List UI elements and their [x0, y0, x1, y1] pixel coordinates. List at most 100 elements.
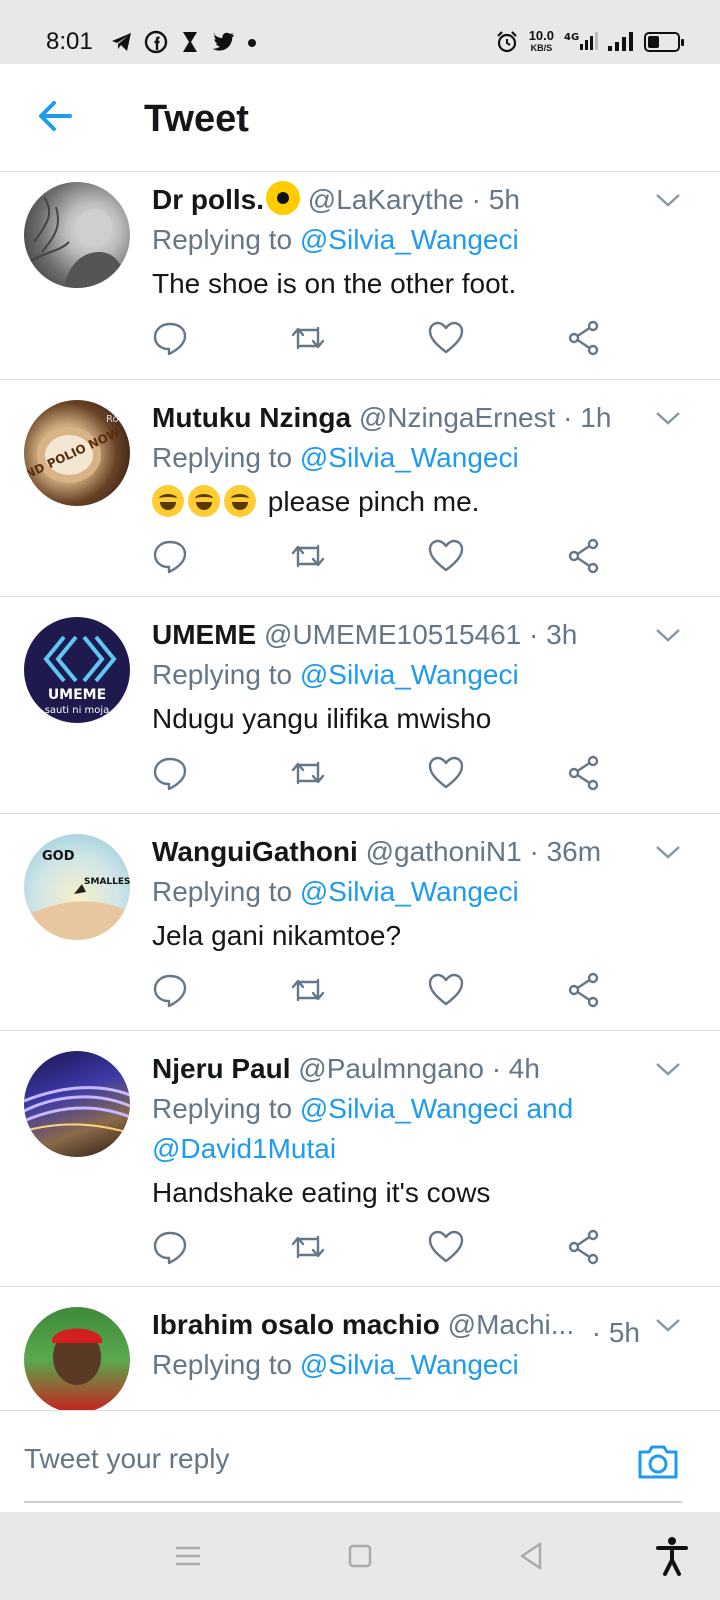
system-icons: 10.0 KB/S 4G	[495, 28, 684, 54]
replying-to: Replying to @Silvia_Wangeci	[152, 655, 650, 695]
retweet-icon[interactable]	[290, 320, 326, 356]
tweet-header: Ibrahim osalo machio @Machi...	[152, 1305, 580, 1345]
mention-link[interactable]: @Silvia_Wangeci and	[300, 1093, 573, 1124]
share-icon[interactable]	[566, 320, 602, 356]
reply-icon[interactable]	[152, 538, 188, 574]
user-name[interactable]: Mutuku Nzinga	[152, 402, 351, 433]
system-nav-bar	[0, 1512, 720, 1600]
reply-icon[interactable]	[152, 320, 188, 356]
back-icon[interactable]	[510, 1534, 554, 1578]
facebook-icon	[144, 30, 168, 54]
user-name[interactable]: UMEME	[152, 619, 256, 650]
tweet-content: UMEME @UMEME10515461 · 3h Replying to @S…	[152, 615, 650, 739]
tweet-item[interactable]: Ibrahim osalo machio @Machi... Replying …	[0, 1287, 720, 1410]
tweet-header: Njeru Paul @Paulmngano · 4h	[152, 1049, 650, 1089]
avatar[interactable]: UMEME sauti ni moja	[24, 617, 130, 723]
status-time: 8:01	[46, 28, 93, 55]
avatar[interactable]	[24, 1051, 130, 1157]
share-icon[interactable]	[566, 538, 602, 574]
user-handle[interactable]: @UMEME10515461	[264, 619, 521, 650]
avatar[interactable]	[24, 1307, 130, 1410]
network-speed-value: 10.0	[528, 28, 554, 43]
retweet-icon[interactable]	[290, 1229, 326, 1265]
reply-underline	[24, 1501, 682, 1503]
share-icon[interactable]	[566, 755, 602, 791]
reply-input[interactable]	[24, 1431, 624, 1487]
laughing-emoji-icon	[152, 485, 184, 517]
replying-to-prefix: Replying to	[152, 1093, 300, 1124]
avatar[interactable]: END POLIO NOWRotary	[24, 400, 130, 506]
menu-icon[interactable]	[166, 1534, 210, 1578]
telegram-icon	[112, 33, 131, 51]
page-title: Tweet	[144, 98, 249, 140]
mention-link[interactable]: @Silvia_Wangeci	[300, 659, 519, 690]
user-handle[interactable]: @gathoniN1	[366, 836, 522, 867]
chevron-down-icon[interactable]	[654, 190, 682, 210]
mention-link[interactable]: @David1Mutai	[152, 1133, 336, 1164]
mention-link[interactable]: @Silvia_Wangeci	[300, 1349, 519, 1380]
reply-icon[interactable]	[152, 755, 188, 791]
tweet-actions	[152, 320, 612, 360]
retweet-icon[interactable]	[290, 538, 326, 574]
user-name[interactable]: Njeru Paul	[152, 1053, 290, 1084]
mention-link[interactable]: @Silvia_Wangeci	[300, 876, 519, 907]
replying-to: Replying to @Silvia_Wangeci	[152, 438, 650, 478]
avatar-text: sauti ni moja	[45, 705, 110, 716]
battery-icon	[644, 32, 684, 52]
like-icon[interactable]	[428, 538, 464, 574]
dot-icon	[248, 39, 256, 47]
notification-icons	[110, 30, 258, 54]
tweet-content: Dr polls. @LaKarythe · 5h Replying to @S…	[152, 180, 650, 304]
retweet-icon[interactable]	[290, 972, 326, 1008]
share-icon[interactable]	[566, 1229, 602, 1265]
user-handle[interactable]: @Machi...	[448, 1309, 574, 1340]
user-name[interactable]: Ibrahim osalo machio	[152, 1309, 440, 1340]
tweet-item[interactable]: END POLIO NOWRotary Mutuku Nzinga @Nzing…	[0, 380, 720, 597]
alarm-icon	[496, 31, 517, 53]
user-name[interactable]: WanguiGathoni	[152, 836, 358, 867]
accessibility-icon[interactable]	[650, 1534, 694, 1578]
chevron-down-icon[interactable]	[654, 408, 682, 428]
avatar-image: GOD SMALLEST	[29, 849, 130, 940]
retweet-icon[interactable]	[290, 755, 326, 791]
like-icon[interactable]	[428, 320, 464, 356]
home-icon[interactable]	[338, 1534, 382, 1578]
avatar[interactable]	[24, 182, 130, 288]
like-icon[interactable]	[428, 972, 464, 1008]
chevron-down-icon[interactable]	[654, 842, 682, 862]
replying-to-prefix: Replying to	[152, 224, 300, 255]
avatar-image	[52, 1328, 102, 1385]
chevron-down-icon[interactable]	[654, 1059, 682, 1079]
avatar-image: UMEME sauti ni moja	[43, 635, 117, 716]
tweet-actions	[152, 1229, 612, 1269]
like-icon[interactable]	[428, 1229, 464, 1265]
tweet-header: Mutuku Nzinga @NzingaErnest · 1h	[152, 398, 650, 438]
mention-link[interactable]: @Silvia_Wangeci	[300, 442, 519, 473]
user-handle[interactable]: @LaKarythe	[308, 184, 464, 215]
user-name[interactable]: Dr polls.	[152, 184, 264, 215]
tweet-time: · 5h	[591, 1317, 640, 1348]
tweet-item[interactable]: UMEME sauti ni moja UMEME @UMEME10515461…	[0, 597, 720, 814]
tweet-item[interactable]: Dr polls. @LaKarythe · 5h Replying to @S…	[0, 172, 720, 380]
replying-to-prefix: Replying to	[152, 659, 300, 690]
user-handle[interactable]: @NzingaErnest	[359, 402, 556, 433]
back-arrow-icon[interactable]	[34, 94, 78, 138]
svg-text:Rotary: Rotary	[106, 414, 130, 425]
reply-icon[interactable]	[152, 1229, 188, 1265]
chevron-down-icon[interactable]	[654, 1315, 682, 1335]
chevron-down-icon[interactable]	[654, 625, 682, 645]
avatar[interactable]: GOD SMALLEST	[24, 834, 130, 940]
like-icon[interactable]	[428, 755, 464, 791]
share-icon[interactable]	[566, 972, 602, 1008]
replies-feed[interactable]: Dr polls. @LaKarythe · 5h Replying to @S…	[0, 172, 720, 1410]
camera-icon[interactable]	[636, 1439, 680, 1483]
tweet-text: please pinch me.	[152, 482, 650, 522]
tweet-time: · 3h	[529, 619, 578, 650]
tweet-header: WanguiGathoni @gathoniN1 · 36m	[152, 832, 650, 872]
tweet-item[interactable]: Njeru Paul @Paulmngano · 4h Replying to …	[0, 1031, 720, 1287]
tweet-item[interactable]: GOD SMALLEST WanguiGathoni @gathoniN1 · …	[0, 814, 720, 1031]
replying-to: Replying to @Silvia_Wangeci and @David1Mu…	[152, 1089, 650, 1169]
reply-icon[interactable]	[152, 972, 188, 1008]
user-handle[interactable]: @Paulmngano	[298, 1053, 484, 1084]
mention-link[interactable]: @Silvia_Wangeci	[300, 224, 519, 255]
